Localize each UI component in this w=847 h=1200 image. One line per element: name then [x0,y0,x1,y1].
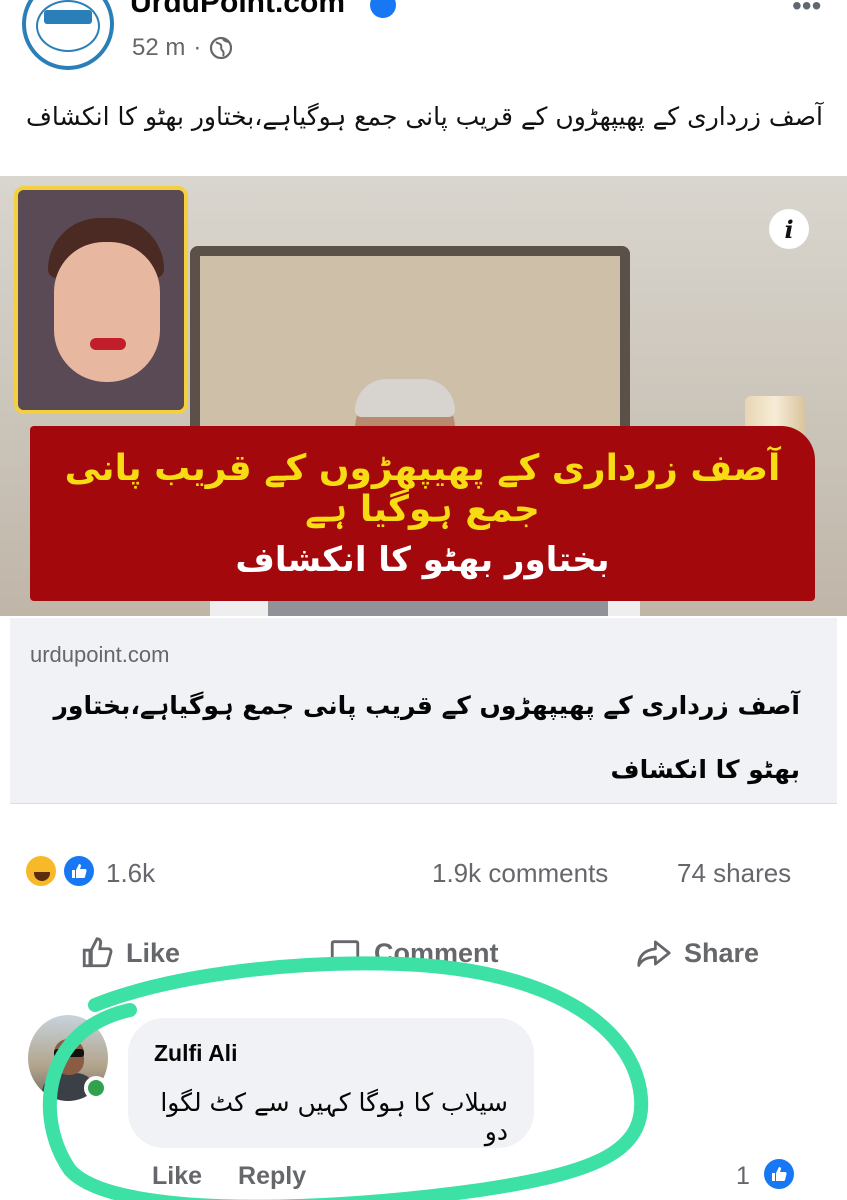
comment-actions: Like Reply [152,1162,306,1191]
page-name[interactable]: UrduPoint.com [130,0,345,20]
banner-headline: آصف زرداری کے پھیپھڑوں کے قریب پانی جمع … [64,448,781,530]
link-preview[interactable]: urdupoint.com آصف زرداری کے پھیپھڑوں کے … [10,618,837,804]
comment-icon [330,940,360,969]
online-status-icon [84,1076,108,1100]
inset-face [54,242,160,382]
haha-reaction-icon [24,854,58,888]
share-icon [637,940,671,967]
post-caption: آصف زرداری کے پھیپھڑوں کے قریب پانی جمع … [26,102,823,131]
commenter-face [54,1039,84,1075]
post-meta: 52 m · [132,34,233,62]
link-domain: urdupoint.com [30,642,170,667]
banner-subheadline: بختاور بھٹو کا انکشاف [235,540,610,580]
urdupoint-logo [36,0,100,52]
comment-button-label: Comment [374,937,499,968]
commenter-sunglasses [54,1049,84,1057]
comment-button[interactable]: Comment [328,936,499,970]
post-time[interactable]: 52 m [132,34,185,62]
share-button-label: Share [684,937,760,968]
like-reaction-icon [62,854,96,888]
share-button[interactable]: Share [636,936,759,970]
urdupoint-logo-mark [44,10,92,24]
facebook-post: UrduPoint.com ••• 52 m · آصف زرداری کے پ… [0,0,847,1200]
comment-like-link[interactable]: Like [152,1162,202,1191]
inset-portrait [14,186,188,414]
verified-badge-icon [370,0,396,18]
comment-reply-link[interactable]: Reply [238,1162,306,1191]
thumbs-up-icon [72,864,87,878]
meta-separator: · [193,34,202,61]
reaction-count[interactable]: 1.6k [106,858,155,889]
globe-icon [210,36,233,60]
comment-bubble[interactable]: Zulfi Ali سیلاب کا ہوگا کہیں سے کٹ لگوا … [128,1018,534,1148]
like-icon [82,937,113,968]
image-man-hair [355,379,455,417]
comments-count[interactable]: 1.9k comments [432,858,608,889]
page-avatar[interactable] [22,0,114,70]
post-action-bar: Like Comment Share [0,930,847,986]
post-header: UrduPoint.com ••• 52 m · [0,0,847,80]
comment-text: سیلاب کا ہوگا کہیں سے کٹ لگوا دو [160,1088,508,1146]
info-icon[interactable]: i [769,209,809,249]
thumbs-up-icon [772,1167,787,1181]
like-button-label: Like [126,937,181,968]
comment-like-count[interactable]: 1 [736,1162,750,1191]
inset-lips [90,338,126,350]
comment-author[interactable]: Zulfi Ali [154,1040,237,1067]
like-button[interactable]: Like [80,936,180,970]
link-title: آصف زرداری کے پھیپھڑوں کے قریب پانی جمع … [53,691,800,784]
shares-count[interactable]: 74 shares [677,858,791,889]
more-options-icon[interactable]: ••• [792,0,821,22]
reactions-row: 1.6k 1.9k comments 74 shares [0,848,847,898]
comment-like-icon [762,1157,796,1191]
